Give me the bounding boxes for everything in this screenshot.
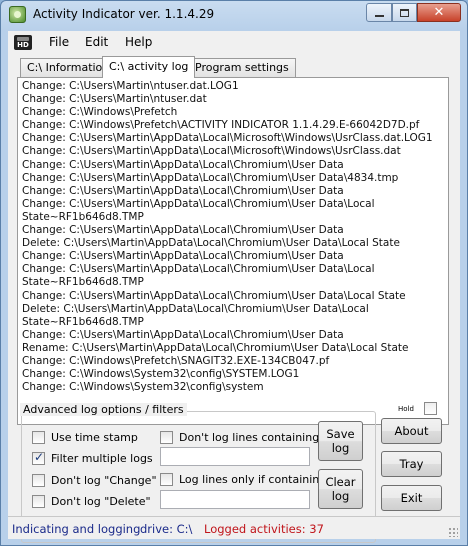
title-bar[interactable]: Activity Indicator ver. 1.1.4.29 ✕ [1, 1, 467, 29]
app-icon [9, 6, 26, 23]
dont-log-lines-containing-input[interactable] [160, 447, 310, 466]
save-log-button[interactable]: Save log [318, 421, 363, 461]
resize-grip[interactable] [448, 527, 458, 537]
status-bar: Indicating and logging drive: C:\ Logged… [8, 516, 460, 539]
menu-file[interactable]: File [49, 35, 69, 49]
use-time-stamp-checkbox[interactable] [32, 431, 45, 444]
log-line: State~RF1b646d8.TMP [22, 276, 144, 289]
menu-help[interactable]: Help [125, 35, 152, 49]
log-lines-only-if-containing-input[interactable] [160, 490, 310, 509]
activity-log-list[interactable]: Change: C:\Users\Martin\ntuser.dat.LOG1 C… [22, 80, 442, 410]
log-line: Delete: C:\Users\Martin\AppData\Local\Ch… [22, 237, 400, 250]
menu-bar: HD File Edit Help [8, 31, 460, 53]
log-line: Change: C:\Users\Martin\AppData\Local\Ch… [22, 328, 344, 341]
filter-multiple-logs-label: Filter multiple logs [51, 452, 153, 465]
log-line: Change: C:\Users\Martin\ntuser.dat.LOG1 [22, 80, 239, 92]
log-line: Delete: C:\Users\Martin\AppData\Local\Ch… [22, 302, 369, 315]
log-line: Change: C:\Windows\System32\config\syste… [22, 381, 264, 394]
log-line: Rename: C:\Users\Martin\AppData\Local\Ch… [22, 341, 409, 354]
log-line: Change: C:\Users\Martin\AppData\Local\Ch… [22, 158, 344, 171]
status-drive: drive: C:\ [140, 522, 193, 536]
close-button[interactable]: ✕ [417, 3, 461, 22]
log-lines-only-if-containing-checkbox[interactable] [160, 473, 173, 486]
dont-log-change-label: Don't log "Change" [51, 474, 157, 487]
maximize-button[interactable] [392, 3, 417, 22]
use-time-stamp-label: Use time stamp [51, 431, 138, 444]
dont-log-change-checkbox[interactable] [32, 474, 45, 487]
dont-log-lines-containing-label: Don't log lines containing: [179, 431, 323, 444]
dont-log-delete-label: Don't log "Delete" [51, 495, 151, 508]
hard-drive-icon: HD [14, 35, 32, 50]
exit-button[interactable]: Exit [381, 485, 442, 511]
close-icon: ✕ [433, 5, 445, 20]
log-line: State~RF1b646d8.TMP [22, 315, 144, 328]
log-line: Change: C:\Windows\System32\config\SYSTE… [22, 368, 300, 381]
log-line: Change: C:\Users\Martin\AppData\Local\Mi… [22, 145, 401, 158]
maximize-icon [400, 8, 409, 17]
status-logged-count: Logged activities: 37 [204, 522, 324, 536]
log-line: Change: C:\Windows\Prefetch\ACTIVITY IND… [22, 119, 420, 132]
minimize-button[interactable] [366, 3, 392, 22]
log-line: Change: C:\Users\Martin\ntuser.dat [22, 93, 207, 106]
log-line: Change: C:\Windows\Prefetch\SNAGIT32.EXE… [22, 354, 330, 367]
log-lines-only-if-containing-label: Log lines only if containing: [179, 473, 330, 486]
log-line: Change: C:\Users\Martin\AppData\Local\Ch… [22, 250, 344, 263]
advanced-options-title: Advanced log options / filters [20, 403, 187, 416]
log-line: State~RF1b646d8.TMP [22, 210, 144, 223]
log-line: Change: C:\Users\Martin\AppData\Local\Ch… [22, 263, 375, 276]
minimize-icon [374, 14, 384, 17]
dont-log-delete-checkbox[interactable] [32, 495, 45, 508]
about-button[interactable]: About [381, 418, 442, 444]
window-title: Activity Indicator ver. 1.1.4.29 [33, 7, 215, 21]
status-state: Indicating and logging [12, 522, 141, 536]
log-line: Change: C:\Windows\Prefetch [22, 106, 178, 119]
app-window: Activity Indicator ver. 1.1.4.29 ✕ HD Fi… [0, 0, 468, 546]
hold-label: Hold [398, 405, 414, 413]
menu-edit[interactable]: Edit [85, 35, 108, 49]
tray-button[interactable]: Tray [381, 451, 442, 477]
log-line: Change: C:\Users\Martin\AppData\Local\Ch… [22, 184, 344, 197]
client-area: HD File Edit Help C:\ Information C:\ ac… [8, 31, 460, 543]
filter-multiple-logs-checkbox[interactable] [32, 450, 45, 465]
log-line: Change: C:\Users\Martin\AppData\Local\Ch… [22, 171, 399, 184]
dont-log-lines-containing-checkbox[interactable] [160, 431, 173, 444]
hold-checkbox[interactable] [424, 402, 437, 415]
log-line: Change: C:\Users\Martin\AppData\Local\Ch… [22, 197, 375, 210]
tab-activity-log[interactable]: C:\ activity log [102, 56, 196, 78]
clear-log-button[interactable]: Clear log [318, 469, 363, 509]
tab-program-settings[interactable]: Program settings [188, 58, 296, 77]
activity-log-panel: Change: C:\Users\Martin\ntuser.dat.LOG1 C… [17, 77, 449, 425]
log-line: Change: C:\Users\Martin\AppData\Local\Mi… [22, 132, 433, 145]
log-line: Change: C:\Users\Martin\AppData\Local\Ch… [22, 224, 344, 237]
log-line: Change: C:\Users\Martin\AppData\Local\Ch… [22, 289, 406, 302]
